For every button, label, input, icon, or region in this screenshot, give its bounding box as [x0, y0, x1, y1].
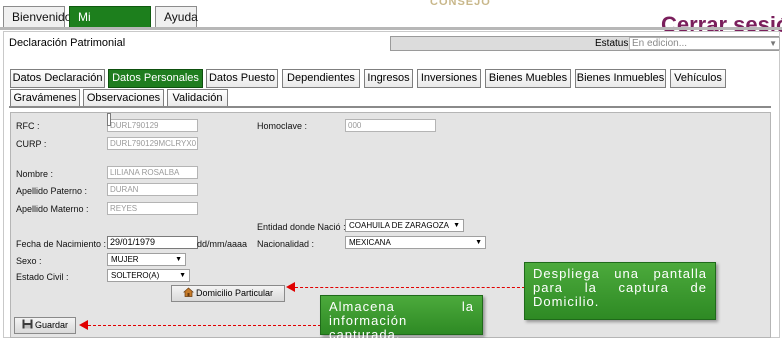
sexo-label: Sexo :	[16, 256, 42, 266]
fecha-nacimiento-input[interactable]: 29/01/1979	[107, 236, 198, 249]
curp-field[interactable]: DURL790129MCLRYX0	[107, 137, 198, 150]
estado-civil-select[interactable]: SOLTERO(A) ▼	[107, 269, 190, 282]
nombre-field[interactable]: LILIANA ROSALBA	[107, 166, 198, 179]
guardar-label: Guardar	[34, 320, 69, 330]
status-select[interactable]: En edicion... ▼	[629, 37, 780, 50]
tab-strip-divider	[9, 106, 771, 108]
tab-vehiculos[interactable]: Vehículos	[670, 69, 726, 88]
apellido-materno-label: Apellido Materno :	[16, 204, 89, 214]
arrow-to-domicilio-icon	[286, 282, 295, 292]
tab-inversiones[interactable]: Inversiones	[417, 69, 481, 88]
tab-bienes-inmuebles[interactable]: Bienes Inmuebles	[575, 69, 666, 88]
apellido-materno-field[interactable]: REYES	[107, 202, 198, 215]
page-title: Declaración Patrimonial	[9, 37, 126, 49]
apellido-paterno-field[interactable]: DURAN	[107, 183, 198, 196]
chevron-down-icon: ▼	[175, 256, 182, 263]
domicilio-particular-button[interactable]: Domicilio Particular	[171, 285, 285, 302]
tab-datos-declaracion[interactable]: Datos Declaración	[10, 69, 105, 88]
homoclave-field[interactable]: 000	[345, 119, 436, 132]
save-icon	[22, 319, 33, 329]
curp-label: CURP :	[16, 139, 47, 149]
tab-ingresos[interactable]: Ingresos	[364, 69, 413, 88]
nacionalidad-label: Nacionalidad :	[257, 239, 315, 249]
entidad-nacimiento-value: COAHUILA DE ZARAGOZA	[349, 221, 450, 230]
fecha-nacimiento-label: Fecha de Nacimiento :	[16, 239, 107, 249]
chevron-down-icon: ▼	[475, 239, 482, 246]
nombre-label: Nombre :	[16, 169, 54, 179]
tab-datos-puesto[interactable]: Datos Puesto	[206, 69, 278, 88]
guardar-button[interactable]: Guardar	[14, 317, 76, 334]
header-logo: CONSEJO	[430, 0, 491, 8]
tab-bienes-muebles[interactable]: Bienes Muebles	[485, 69, 571, 88]
guardar-callout: Almacena la información capturada.	[320, 295, 483, 338]
tab-datos-personales[interactable]: Datos Personales	[108, 69, 203, 88]
chevron-down-icon: ▼	[769, 39, 777, 48]
fecha-nacimiento-field[interactable]	[107, 113, 111, 126]
nav-tab-mi-declaracion[interactable]: Mi Declaración	[69, 6, 151, 44]
status-label: Estatus	[595, 38, 629, 49]
nav-tab-bienvenido[interactable]: Bienvenido	[3, 6, 71, 28]
arrow-line-domicilio	[295, 287, 525, 288]
domicilio-callout: Despliega una pantalla para la captura d…	[524, 262, 716, 320]
estado-civil-value: SOLTERO(A)	[111, 271, 160, 280]
apellido-paterno-label: Apellido Paterno :	[16, 186, 88, 196]
estado-civil-label: Estado Civil :	[16, 272, 69, 282]
entidad-nacimiento-select[interactable]: COAHUILA DE ZARAGOZA ▼	[345, 219, 464, 232]
domicilio-particular-label: Domicilio Particular	[195, 288, 274, 298]
chevron-down-icon: ▼	[179, 272, 186, 279]
nav-tab-ayuda[interactable]: Ayuda	[155, 6, 198, 28]
rfc-label: RFC :	[16, 121, 40, 131]
entidad-nacimiento-label: Entidad donde Nació :	[257, 222, 346, 232]
chevron-down-icon: ▼	[453, 222, 460, 229]
tab-dependientes[interactable]: Dependientes	[282, 69, 360, 88]
homoclave-label: Homoclave :	[257, 121, 308, 131]
nacionalidad-value: MEXICANA	[349, 238, 391, 247]
rfc-field[interactable]: DURL790129	[107, 119, 198, 132]
header-divider	[0, 27, 782, 30]
status-value: En edicion...	[632, 38, 688, 49]
fecha-format-hint: dd/mm/aaaa	[197, 239, 248, 249]
sexo-select[interactable]: MUJER ▼	[107, 253, 186, 266]
sexo-value: MUJER	[111, 255, 139, 264]
arrow-to-guardar-icon	[79, 320, 88, 330]
nacionalidad-select[interactable]: MEXICANA ▼	[345, 236, 486, 249]
arrow-line-guardar	[88, 325, 321, 326]
top-bar: CONSEJO Bienvenido Mi Declaración Ayuda …	[0, 0, 782, 44]
house-icon	[183, 287, 194, 297]
